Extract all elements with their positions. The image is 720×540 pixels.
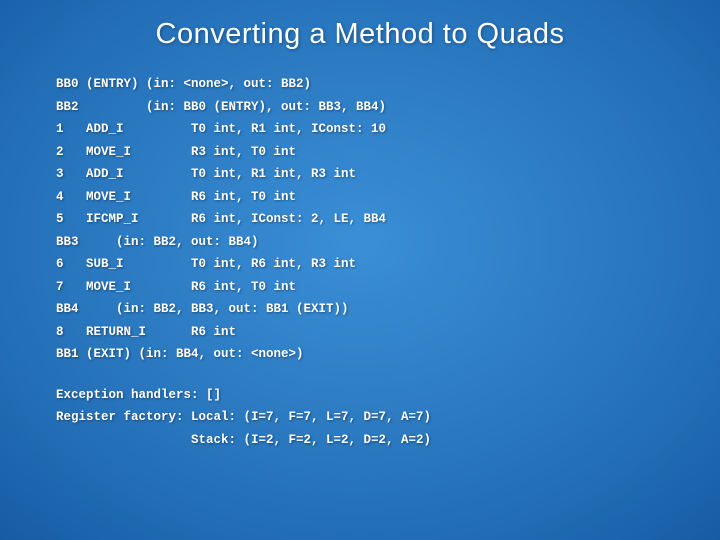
code-line: BB2 (in: BB0 (ENTRY), out: BB3, BB4)	[56, 96, 664, 119]
code-line: 8 RETURN_I R6 int	[56, 321, 664, 344]
code-line: 7 MOVE_I R6 int, T0 int	[56, 276, 664, 299]
code-line: BB0 (ENTRY) (in: <none>, out: BB2)	[56, 73, 664, 96]
exception-handlers: Exception handlers: []	[56, 384, 664, 407]
code-line: BB3 (in: BB2, out: BB4)	[56, 231, 664, 254]
code-body: BB0 (ENTRY) (in: <none>, out: BB2) BB2 (…	[56, 73, 664, 451]
code-line: 4 MOVE_I R6 int, T0 int	[56, 186, 664, 209]
code-line: 2 MOVE_I R3 int, T0 int	[56, 141, 664, 164]
slide-title: Converting a Method to Quads	[56, 18, 664, 51]
code-line: 6 SUB_I T0 int, R6 int, R3 int	[56, 253, 664, 276]
code-line: 5 IFCMP_I R6 int, IConst: 2, LE, BB4	[56, 208, 664, 231]
code-line: 1 ADD_I T0 int, R1 int, IConst: 10	[56, 118, 664, 141]
register-factory-local: Register factory: Local: (I=7, F=7, L=7,…	[56, 406, 664, 429]
code-line: 3 ADD_I T0 int, R1 int, R3 int	[56, 163, 664, 186]
slide: Converting a Method to Quads BB0 (ENTRY)…	[0, 0, 720, 540]
register-factory-stack: Stack: (I=2, F=2, L=2, D=2, A=2)	[56, 429, 664, 452]
spacer	[56, 366, 664, 384]
code-line: BB1 (EXIT) (in: BB4, out: <none>)	[56, 343, 664, 366]
code-line: BB4 (in: BB2, BB3, out: BB1 (EXIT))	[56, 298, 664, 321]
